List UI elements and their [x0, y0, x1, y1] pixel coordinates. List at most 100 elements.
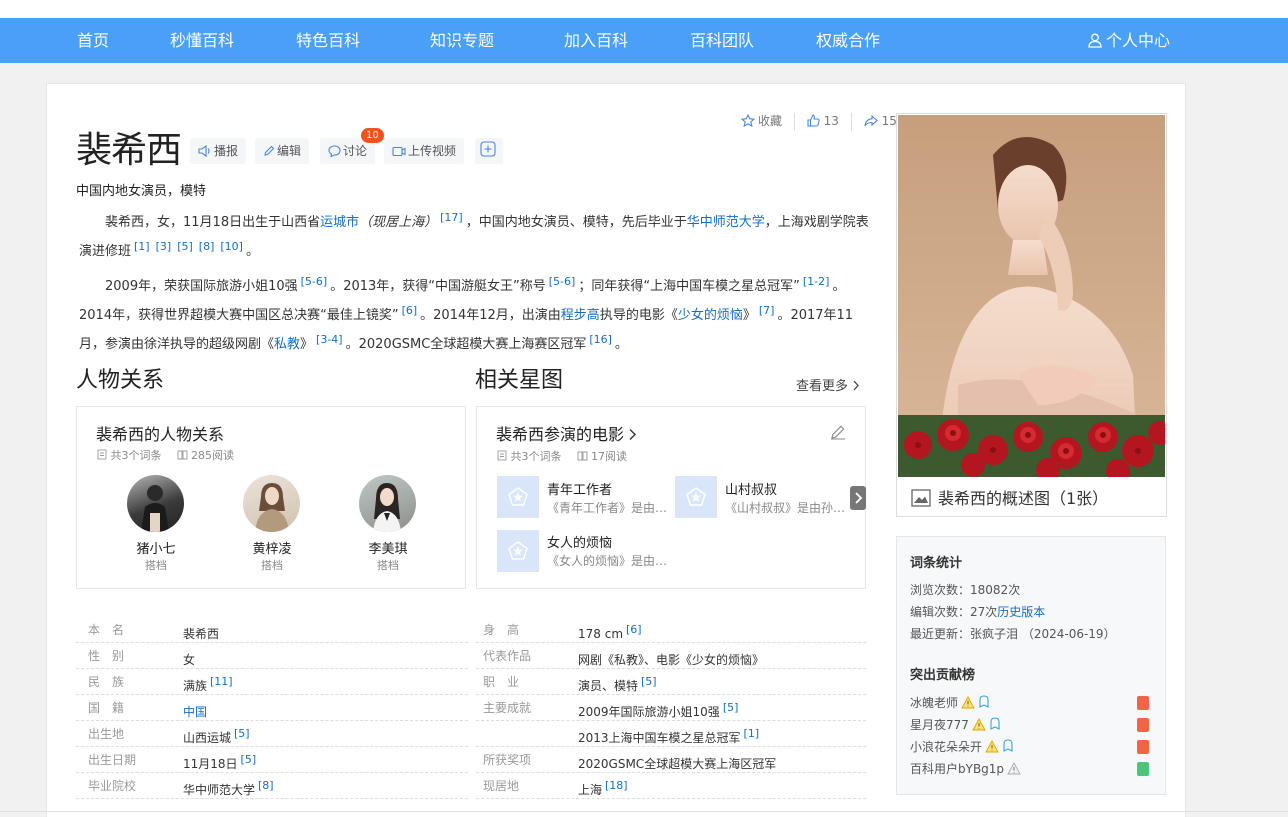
text: 。	[614, 337, 628, 352]
thumbs-up-icon	[807, 114, 820, 127]
upload-video-label: 上传视频	[408, 144, 457, 158]
updated-line: 最近更新：张疯子泪 （2024-06-19）	[910, 625, 1116, 642]
movie-title[interactable]: 女人的烦恼	[547, 532, 612, 551]
text: 。2020GSMC全球超模大赛上海赛区冠军	[345, 337, 587, 352]
view-more-link[interactable]: 查看更多	[796, 375, 860, 394]
carousel-next-button[interactable]	[850, 486, 866, 510]
reference[interactable]: [8]	[258, 779, 274, 792]
reference[interactable]: [17]	[440, 211, 463, 224]
reference[interactable]: [7]	[759, 304, 775, 317]
reference[interactable]: [10]	[220, 240, 243, 253]
image-icon	[911, 489, 931, 507]
reference[interactable]: [5]	[241, 753, 257, 766]
history-link[interactable]: 历史版本	[997, 605, 1045, 619]
nav-featured[interactable]: 特色百科	[296, 18, 360, 63]
divider	[793, 112, 795, 131]
edits-label: 编辑次数：	[910, 605, 971, 619]
reference[interactable]: [3]	[156, 240, 172, 253]
person-name[interactable]: 李美琪	[338, 538, 438, 557]
reference[interactable]: [1]	[744, 727, 760, 740]
share-button[interactable]: 15	[864, 114, 897, 128]
nav-topics[interactable]: 知识专题	[430, 18, 494, 63]
movie-title[interactable]: 青年工作者	[547, 479, 612, 498]
more-tools-button[interactable]	[475, 138, 503, 164]
edit-pencil-icon[interactable]	[830, 424, 846, 440]
info-value-text: 女	[183, 653, 196, 667]
contributor-item[interactable]: 百科用户bYBg1p	[910, 760, 1021, 777]
reference[interactable]: [11]	[210, 675, 233, 688]
contributor-item[interactable]: 冰魄老师	[910, 694, 990, 711]
info-row: 主要成就 2009年国际旅游小姐10强 [5]	[476, 695, 866, 721]
avatar-person-1[interactable]	[127, 475, 184, 532]
relations-card-title[interactable]: 裴希西的人物关系	[96, 421, 224, 445]
view-more-label: 查看更多	[796, 379, 849, 394]
reference[interactable]: [18]	[605, 779, 628, 792]
movie-title[interactable]: 山村叔叔	[725, 479, 777, 498]
reference[interactable]: [8]	[199, 240, 215, 253]
reference[interactable]: [3-4]	[316, 333, 343, 346]
reference[interactable]: [5-6]	[549, 275, 576, 288]
info-value-text: 演员、模特	[578, 679, 639, 693]
reference[interactable]: [16]	[589, 333, 612, 346]
star-map-card-meta: 共3个词条 17阅读	[497, 448, 627, 464]
placeholder-star-icon	[508, 487, 528, 506]
person-name[interactable]: 黄梓凌	[222, 538, 322, 557]
reference[interactable]: [5]	[177, 240, 193, 253]
summary-photo[interactable]	[898, 115, 1165, 477]
discuss-count-badge: 10	[361, 128, 384, 143]
person-silhouette-icon	[255, 483, 289, 532]
contributor-item[interactable]: 小浪花朵朵开	[910, 738, 1014, 755]
info-key: 民 族	[88, 675, 125, 689]
reference[interactable]: [1-2]	[803, 275, 830, 288]
chat-bubble-icon	[328, 145, 341, 158]
text: 》	[742, 308, 756, 323]
edit-button[interactable]: 编辑	[255, 138, 310, 164]
nav-cooperation[interactable]: 权威合作	[816, 18, 880, 63]
warning-badge-icon	[1007, 762, 1021, 775]
text: 裴希西，女，11月18日出生于山西省	[105, 215, 321, 230]
plus-icon	[480, 141, 496, 157]
link-film[interactable]: 少女的烦恼	[678, 308, 743, 323]
nav-team[interactable]: 百科团队	[690, 18, 754, 63]
nav-user-center[interactable]: 个人中心	[1088, 18, 1170, 63]
favorite-button[interactable]: 收藏	[740, 112, 782, 129]
reference[interactable]: [1]	[134, 240, 150, 253]
link-nationality[interactable]: 中国	[183, 705, 207, 719]
person-role: 搭档	[377, 559, 399, 572]
reference[interactable]: [5]	[234, 727, 250, 740]
text: ，中国内地女演员、模特，先后毕业于	[465, 215, 687, 230]
info-key: 出生地	[88, 727, 125, 741]
movie-thumbnail[interactable]	[497, 530, 539, 572]
nav-join[interactable]: 加入百科	[564, 18, 628, 63]
movie-thumbnail[interactable]	[497, 476, 539, 518]
link-yuncheng[interactable]: 运城市	[320, 215, 359, 230]
star-map-card-title[interactable]: 裴希西参演的电影	[496, 421, 637, 445]
warning-badge-icon	[985, 740, 999, 753]
contributor-item[interactable]: 星月夜777	[910, 716, 1001, 733]
contributor-name: 星月夜777	[910, 718, 969, 732]
broadcast-button[interactable]: 播报	[190, 138, 247, 164]
nav-miaodong[interactable]: 秒懂百科	[170, 18, 234, 63]
upload-video-button[interactable]: 上传视频	[384, 138, 465, 164]
summary-photo-card[interactable]: 裴希西的概述图（1张）	[896, 113, 1167, 517]
person-name[interactable]: 猪小七	[106, 538, 206, 557]
link-school[interactable]: 华中师范大学	[687, 215, 765, 230]
like-button[interactable]: 13	[807, 114, 839, 128]
reference[interactable]: [5]	[723, 701, 739, 714]
reference[interactable]: [5]	[641, 675, 657, 688]
info-key: 国 籍	[88, 701, 125, 715]
reference[interactable]: [6]	[626, 623, 642, 636]
link-drama[interactable]: 私教	[274, 337, 300, 352]
info-row: 出生日期 11月18日 [5]	[76, 747, 468, 773]
link-director[interactable]: 程步高	[561, 308, 600, 323]
nav-home[interactable]: 首页	[77, 18, 109, 63]
avatar-person-2[interactable]	[243, 475, 300, 532]
movie-thumbnail[interactable]	[675, 476, 717, 518]
placeholder-star-icon	[508, 541, 528, 560]
reference[interactable]: [6]	[402, 304, 418, 317]
avatar-person-3[interactable]	[359, 475, 416, 532]
share-icon	[864, 114, 878, 127]
photo-caption[interactable]: 裴希西的概述图（1张）	[911, 485, 1108, 509]
user-center-label: 个人中心	[1105, 31, 1170, 50]
reference[interactable]: [5-6]	[301, 275, 328, 288]
